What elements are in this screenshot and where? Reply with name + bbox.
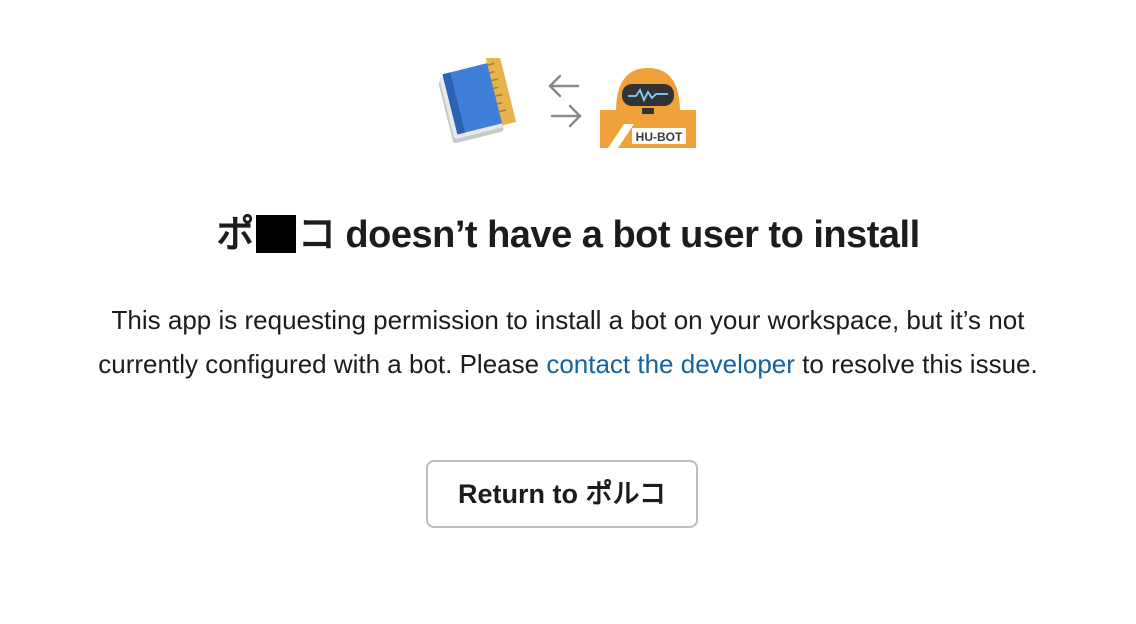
- swap-arrows-icon: [544, 72, 586, 132]
- contact-developer-link[interactable]: contact the developer: [546, 349, 795, 379]
- redacted-block: [255, 215, 296, 253]
- book-ruler-icon: [434, 53, 526, 144]
- hubot-icon: HU-BOT: [598, 66, 698, 148]
- app-bot-icons-row: HU-BOT: [0, 53, 1136, 150]
- title-prefix: ポ: [216, 214, 254, 256]
- description-text-after: to resolve this issue.: [794, 349, 1038, 379]
- hubot-label: HU-BOT: [636, 130, 683, 144]
- error-description: This app is requesting permission to ins…: [80, 298, 1056, 386]
- page-title: ポ コ doesn’t have a bot user to install: [0, 210, 1136, 260]
- title-suffix: コ doesn’t have a bot user to install: [297, 214, 920, 256]
- return-button[interactable]: Return to ポルコ: [426, 460, 698, 528]
- install-error-page: HU-BOT ポ コ doesn’t have a bot user to ins…: [0, 0, 1136, 624]
